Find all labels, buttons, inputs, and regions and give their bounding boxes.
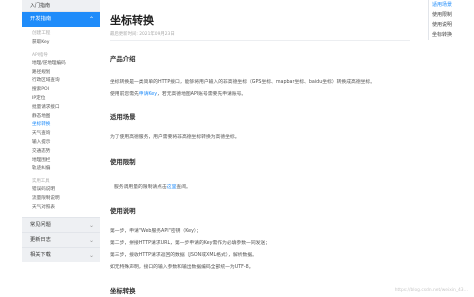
limits-prefix: 服务调用量的限制请点击 [114, 185, 167, 190]
sidebar-item-tool-0[interactable]: 错误码说明 [22, 186, 100, 195]
limits-suffix: 查阅。 [176, 185, 191, 190]
sidebar-tools-list: 错误码说明 流量限制说明 天气对照表 [22, 186, 100, 212]
sidebar-item-get-key[interactable]: 获取Key [22, 38, 100, 47]
sidebar-section-dev-guide[interactable]: 开发指南 ⌃ [22, 12, 100, 27]
sidebar-item-api-9[interactable]: 输入提示 [22, 139, 100, 148]
chevron-down-icon: ⌄ [88, 251, 94, 259]
section-title-convert: 坐标转换 [110, 287, 136, 295]
sidebar-item-api-8[interactable]: 天气查询 [22, 130, 100, 139]
scenarios-text: 为了使用高德服务，用户需要将非高德坐标转换为高德坐标。 [110, 135, 240, 140]
sidebar-item-api-0[interactable]: 地理/逆地理编码 [22, 60, 100, 69]
section-title-intro: 产品介绍 [110, 55, 136, 63]
section-title-usage: 使用说明 [110, 207, 136, 215]
toc-rail [428, 0, 429, 40]
toc-item-0[interactable]: 适用场景 [428, 0, 474, 10]
sidebar-item-getting-started[interactable]: 入门指南 [22, 0, 100, 12]
intro-text: 坐标转换是一类简单的HTTP接口，能够将用户输入的非高德坐标（GPS坐标、map… [110, 80, 376, 85]
sidebar-bottom-list: 常见问题 ⌄ 更新日志 ⌄ 相关下载 ⌄ [22, 216, 100, 262]
apply-key-link[interactable]: 申请Key [139, 92, 157, 97]
sidebar-api-list: 地理/逆地理编码 路径规划 行政区域查询 搜索POI IP定位 批量请求接口 静态地图 坐标转… [22, 60, 100, 174]
sidebar: 入门指南 开发指南 ⌃ 创建工程 获取Key API指导 地理/逆地理编码 路径规… [22, 0, 100, 297]
chevron-up-icon: ⌃ [88, 16, 94, 23]
sidebar-group-tools: 实用工具 [32, 179, 50, 185]
sidebar-item-api-5[interactable]: 批量请求接口 [22, 104, 100, 113]
usage-step-1: 第一步，申请"Web服务API"密钥（Key）； [110, 229, 202, 234]
intro-key-prefix: 使用前您需先 [110, 92, 139, 97]
usage-step-2: 第二步，拼接HTTP请求URL，第一步申请的Key需作为必填参数一同发送； [110, 241, 271, 246]
chevron-down-icon: ⌄ [88, 236, 94, 244]
toc-item-3[interactable]: 坐标转换 [428, 30, 474, 40]
divider [110, 40, 410, 41]
limits-text: 服务调用量的限制请点击这里查阅。 [114, 183, 191, 190]
toc-list: 适用场景 使用限制 使用说明 坐标转换 [428, 0, 474, 40]
sidebar-bottom-label: 相关下载 [30, 251, 51, 258]
last-updated: 最后更新时间: 2021年09月23日 [110, 32, 175, 37]
sidebar-section-label: 开发指南 [30, 16, 52, 22]
limits-here-link[interactable]: 这里 [167, 185, 177, 190]
page-title: 坐标转换 [110, 14, 154, 27]
sidebar-item-api-12[interactable]: 轨迹纠偏 [22, 165, 100, 174]
sidebar-bottom-label: 常见问题 [30, 221, 51, 228]
sidebar-bottom-label: 更新日志 [30, 236, 51, 243]
section-title-limits: 使用限制 [110, 158, 136, 166]
sidebar-item-tool-2[interactable]: 天气对照表 [22, 204, 100, 213]
sidebar-bottom-item-2[interactable]: 相关下载 ⌄ [22, 246, 100, 262]
sidebar-item-api-7[interactable]: 坐标转换 [22, 121, 100, 130]
section-title-scenarios: 适用场景 [110, 113, 136, 121]
sidebar-item-api-2[interactable]: 行政区域查询 [22, 77, 100, 86]
sidebar-item-api-4[interactable]: IP定位 [22, 95, 100, 104]
usage-step-3: 第三步，接收HTTP请求返回的数据（JSON或XML格式），解析数据。 [110, 253, 257, 258]
sidebar-item-create-project[interactable]: 创建工程 [22, 29, 100, 38]
sidebar-item-api-10[interactable]: 交通态势 [22, 148, 100, 157]
toc-item-1[interactable]: 使用限制 [428, 10, 474, 20]
sidebar-item-tool-1[interactable]: 流量限制说明 [22, 195, 100, 204]
intro-key-text: 使用前您需先申请Key，若无高德地图API账号需要先申请账号。 [110, 90, 246, 97]
sidebar-item-api-11[interactable]: 地理围栏 [22, 157, 100, 166]
sidebar-item-api-3[interactable]: 搜索POI [22, 86, 100, 95]
chevron-down-icon: ⌄ [88, 221, 94, 229]
sidebar-item-api-6[interactable]: 静态地图 [22, 113, 100, 122]
sidebar-group-api: API指导 [32, 52, 48, 58]
usage-note: 如无特殊声明，接口的输入参数和输出数据编码全部统一为UTF-8。 [110, 265, 254, 270]
intro-key-suffix: ，若无高德地图API账号需要先申请账号。 [157, 92, 247, 97]
watermark: https://blog.csdn.net/weixin_43… [394, 288, 468, 293]
table-of-contents: 适用场景 使用限制 使用说明 坐标转换 [428, 0, 474, 297]
sidebar-bottom-item-0[interactable]: 常见问题 ⌄ [22, 216, 100, 232]
sidebar-bottom-item-1[interactable]: 更新日志 ⌄ [22, 231, 100, 247]
toc-item-2[interactable]: 使用说明 [428, 20, 474, 30]
sidebar-item-api-1[interactable]: 路径规划 [22, 69, 100, 78]
main-content: 坐标转换 最后更新时间: 2021年09月23日 产品介绍 坐标转换是一类简单的… [100, 0, 420, 297]
